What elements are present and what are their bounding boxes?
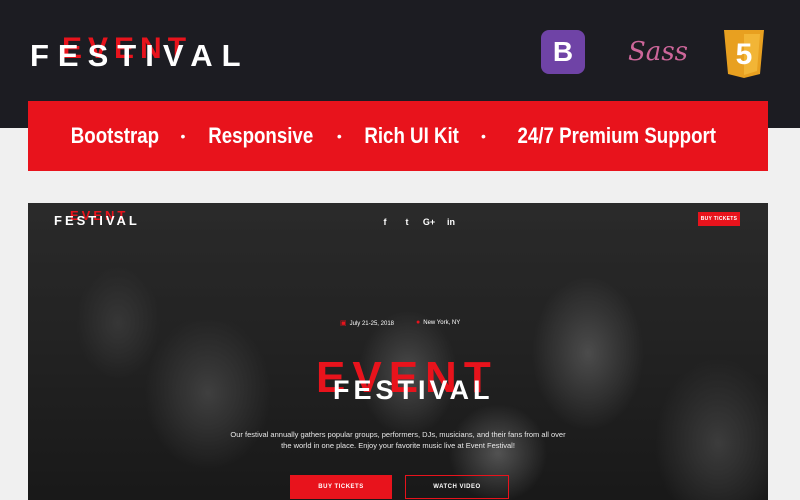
site-logo[interactable]: EVENT FESTIVAL: [30, 30, 241, 80]
feature-separator: •: [336, 128, 342, 144]
header-buy-tickets-button[interactable]: BUY TICKETS: [698, 212, 740, 226]
google-plus-icon[interactable]: G+: [418, 217, 440, 227]
event-date: ▣ July 21-25, 2018: [340, 319, 394, 327]
hero-crowd-image: [28, 203, 768, 500]
location-pin-icon: ●: [416, 319, 421, 326]
bootstrap-icon: B: [541, 30, 585, 74]
hero-title-festival: FESTIVAL: [333, 375, 494, 405]
linkedin-icon[interactable]: in: [440, 217, 462, 227]
feature-premium-support: 24/7 Premium Support: [517, 123, 716, 148]
event-location-text: New York, NY: [423, 320, 461, 326]
feature-separator: •: [481, 128, 486, 144]
feature-responsive: Responsive: [208, 123, 314, 148]
calendar-icon: ▣: [340, 320, 347, 327]
hero-description: Our festival annually gathers popular gr…: [230, 430, 566, 450]
feature-rich-ui-kit: Rich UI Kit: [364, 123, 459, 148]
sass-icon: Sass: [628, 37, 688, 67]
social-links: f t G+ in: [374, 217, 462, 227]
html5-icon: 5: [722, 30, 766, 78]
twitter-icon[interactable]: t: [396, 217, 418, 227]
logo-festival-text: FESTIVAL: [30, 38, 250, 73]
hero-preview: EVENT FESTIVAL f t G+ in BUY TICKETS ▣ Ju…: [28, 203, 768, 500]
feature-strip: Bootstrap • Responsive • Rich UI Kit • 2…: [28, 101, 768, 171]
facebook-icon[interactable]: f: [374, 217, 396, 227]
hero-logo-festival-text: FESTIVAL: [54, 213, 140, 228]
buy-tickets-button[interactable]: BUY TICKETS: [290, 475, 392, 499]
hero-logo[interactable]: EVENT FESTIVAL: [54, 208, 144, 230]
html5-glyph: 5: [736, 38, 753, 71]
feature-bootstrap: Bootstrap: [70, 123, 159, 148]
watch-video-button[interactable]: WATCH VIDEO: [405, 475, 509, 499]
feature-separator: •: [180, 128, 186, 144]
event-location: ● New York, NY: [416, 319, 460, 326]
event-date-text: July 21-25, 2018: [349, 321, 394, 327]
